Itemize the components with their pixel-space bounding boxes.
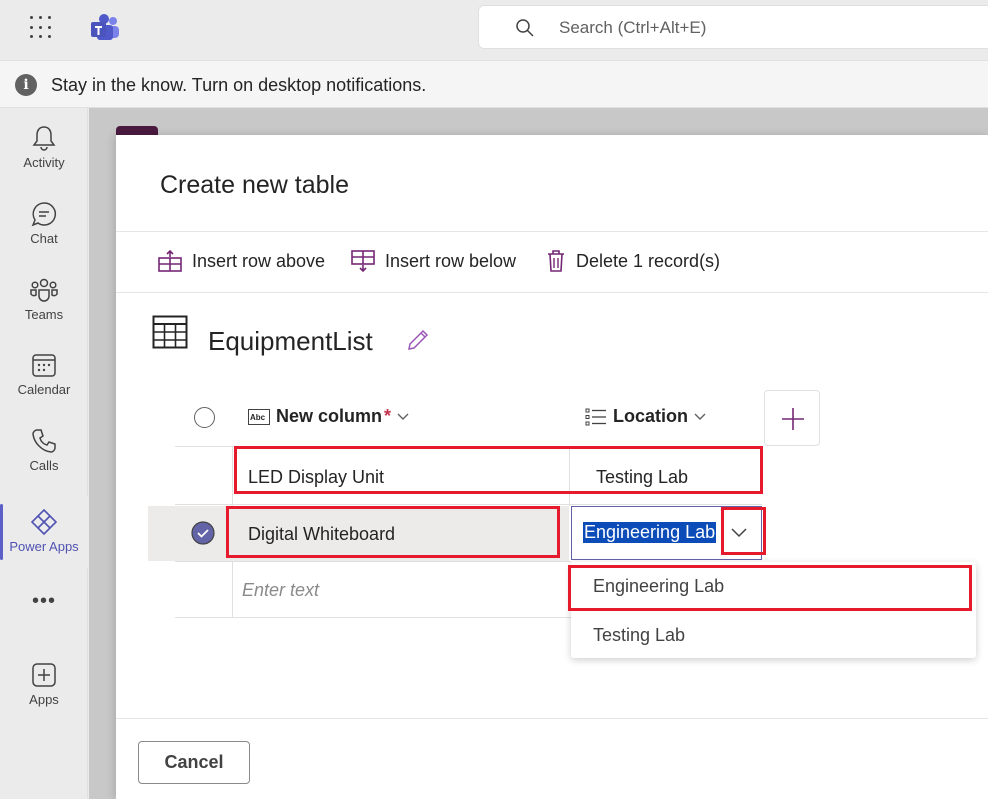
chevron-down-icon	[397, 413, 409, 420]
chat-icon	[31, 202, 57, 227]
search-icon	[516, 19, 534, 37]
info-icon: i	[15, 74, 37, 96]
insert-row-below-button[interactable]: Insert row below	[351, 247, 516, 275]
rail-item-calendar[interactable]: Calendar	[0, 339, 88, 411]
insert-row-below-icon	[351, 250, 375, 272]
dropdown-toggle-button[interactable]	[719, 507, 759, 559]
rail-label: Calendar	[17, 382, 71, 397]
table-icon	[152, 315, 188, 349]
phone-icon	[32, 429, 56, 453]
insert-row-above-icon	[158, 250, 182, 272]
location-dropdown[interactable]: Engineering Lab	[571, 506, 762, 560]
rail-item-calls[interactable]: Calls	[0, 415, 88, 487]
plus-icon	[782, 408, 804, 430]
insert-row-above-label: Insert row above	[192, 250, 326, 271]
rail-item-chat[interactable]: Chat	[0, 188, 88, 260]
rail-item-apps[interactable]: Apps	[0, 649, 88, 721]
dropdown-selected-value: Engineering Lab	[583, 522, 717, 543]
add-app-icon	[32, 663, 56, 687]
rail-label: Teams	[24, 307, 64, 322]
teams-logo-icon	[91, 14, 119, 40]
trash-icon	[548, 250, 564, 272]
rail-label: Power Apps	[9, 539, 79, 554]
left-rail: Activity Chat Teams Calendar Calls Power…	[0, 108, 88, 799]
dialog-title: Create new table	[160, 171, 350, 199]
calendar-icon	[32, 354, 56, 377]
create-table-dialog: Create new table Insert row above Insert…	[116, 135, 988, 799]
rail-item-activity[interactable]: Activity	[0, 112, 88, 184]
more-apps-icon[interactable]: •••	[0, 590, 88, 613]
column-label: New column	[276, 406, 383, 426]
edit-pencil-icon[interactable]	[406, 328, 430, 352]
required-marker: *	[384, 406, 392, 426]
rail-item-power-apps[interactable]: Power Apps	[0, 496, 88, 568]
text-type-icon: Abc	[248, 408, 270, 425]
teams-icon	[30, 278, 58, 302]
grid-line	[175, 446, 762, 447]
option-testing-lab[interactable]: Testing Lab	[593, 625, 685, 646]
select-all-radio[interactable]	[194, 407, 215, 428]
grid-line	[175, 561, 571, 562]
app-launcher-icon[interactable]	[30, 16, 54, 40]
insert-row-below-label: Insert row below	[385, 250, 517, 271]
table-name: EquipmentList	[208, 326, 373, 356]
notification-banner: i Stay in the know. Turn on desktop noti…	[0, 60, 988, 108]
power-apps-icon	[30, 508, 58, 536]
bell-icon	[32, 126, 56, 151]
location-options-menu: Engineering Lab Testing Lab	[571, 562, 976, 658]
grid-line	[175, 617, 571, 618]
search-placeholder: Search (Ctrl+Alt+E)	[559, 18, 707, 37]
grid-line	[175, 504, 762, 505]
rail-item-teams[interactable]: Teams	[0, 264, 88, 336]
rail-label: Activity	[23, 155, 65, 170]
delete-records-label: Delete 1 record(s)	[576, 250, 721, 271]
chevron-down-icon	[694, 413, 706, 420]
cell-row2-new-column[interactable]: Digital Whiteboard	[248, 524, 395, 545]
svg-text:Abc: Abc	[250, 413, 266, 422]
choice-type-icon	[585, 408, 606, 425]
search-box[interactable]: Search (Ctrl+Alt+E)	[478, 5, 988, 49]
add-column-button[interactable]	[764, 390, 820, 446]
cell-row1-location[interactable]: Testing Lab	[596, 467, 688, 488]
row-selected-check-icon[interactable]	[191, 521, 215, 545]
column-header-new-column[interactable]: Abc New column *	[248, 406, 409, 427]
new-row-input[interactable]: Enter text	[242, 580, 319, 601]
divider	[116, 231, 988, 232]
cancel-button[interactable]: Cancel	[138, 741, 250, 784]
rail-label: Calls	[29, 458, 59, 473]
delete-records-button[interactable]: Delete 1 record(s)	[546, 247, 720, 275]
option-engineering-lab[interactable]: Engineering Lab	[593, 576, 724, 597]
column-header-location[interactable]: Location	[585, 406, 706, 427]
cell-row1-new-column[interactable]: LED Display Unit	[248, 467, 384, 488]
notification-text[interactable]: Stay in the know. Turn on desktop notifi…	[51, 75, 426, 96]
top-bar: Search (Ctrl+Alt+E)	[0, 0, 988, 60]
chevron-down-icon	[731, 528, 747, 538]
grid-line	[569, 446, 570, 506]
insert-row-above-button[interactable]: Insert row above	[158, 247, 325, 275]
divider	[116, 718, 988, 719]
divider	[116, 292, 988, 293]
column-label: Location	[613, 406, 688, 426]
rail-label: Chat	[30, 231, 58, 246]
rail-label: Apps	[29, 692, 59, 707]
